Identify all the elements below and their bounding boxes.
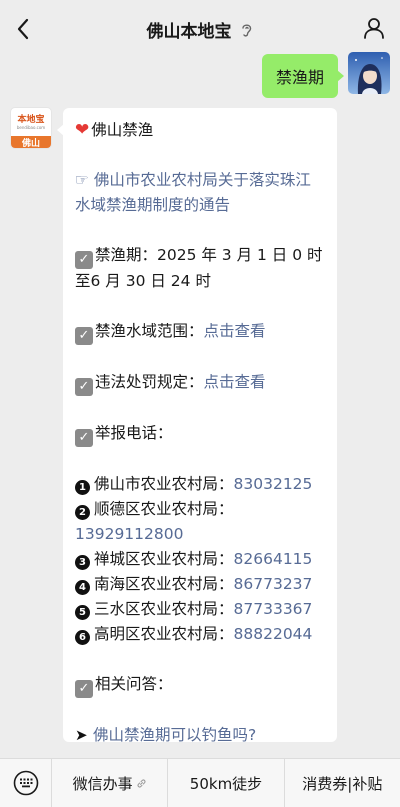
keyboard-icon xyxy=(13,770,38,796)
number-badge: 1 xyxy=(75,480,90,495)
checkbox-icon: ✓ xyxy=(75,429,93,447)
user-avatar[interactable] xyxy=(348,52,390,94)
person-icon xyxy=(364,18,384,39)
page-title: 佛山本地宝 xyxy=(146,21,232,42)
contact-line-5: 5 三水区农业农村局：87733367 xyxy=(75,597,325,622)
contact-line-1: 1 佛山市农业农村局：83032125 xyxy=(75,472,325,497)
arrow-right-icon: ➤ xyxy=(75,726,88,744)
keyboard-toggle-button[interactable] xyxy=(0,758,52,807)
number-badge: 5 xyxy=(75,605,90,620)
contact-name: 佛山市农业农村局： xyxy=(94,475,234,493)
menu-item-wechat-services[interactable]: 微信办事 xyxy=(52,758,169,807)
chevron-left-icon xyxy=(17,18,29,40)
logo-url-text: bendibao.com xyxy=(16,124,46,130)
fishing-ban-period-line-1: ✓ 禁渔期：2025 年 3 月 1 日 0 时 xyxy=(75,243,325,269)
ear-icon xyxy=(241,24,251,37)
contact-phone[interactable]: 88822044 xyxy=(234,625,313,643)
scope-link[interactable]: 点击查看 xyxy=(204,322,266,340)
logo-top: 本地宝 bendibao.com xyxy=(11,108,51,136)
fishing-ban-period-line-2: 至6 月 30 日 24 时 xyxy=(75,272,211,290)
report-label: 举报电话： xyxy=(95,424,173,442)
contact-line-4: 4 南海区农业农村局：86773237 xyxy=(75,572,325,597)
number-badge: 4 xyxy=(75,580,90,595)
message-heading-line: ❤ 佛山禁渔 xyxy=(75,118,325,143)
penalty-link[interactable]: 点击查看 xyxy=(204,373,266,391)
number-badge: 2 xyxy=(75,505,90,520)
logo-brand-text: 本地宝 xyxy=(17,114,45,125)
heart-icon: ❤ xyxy=(75,120,90,140)
contact-name: 顺德区农业农村局： xyxy=(94,500,234,518)
notice-link-line-1[interactable]: ☞ 佛山市农业农村局关于落实珠江 xyxy=(75,168,325,193)
outgoing-message-row: 禁渔期 xyxy=(261,52,390,98)
notice-link-line-2[interactable]: 水域禁渔期制度的通告 xyxy=(75,193,325,218)
checkbox-icon: ✓ xyxy=(75,680,93,698)
contact-line-2: 2 顺德区农业农村局： xyxy=(75,497,325,522)
checkbox-icon: ✓ xyxy=(75,327,93,345)
contact-phone[interactable]: 13929112800 xyxy=(75,522,325,547)
outgoing-message-bubble[interactable]: 禁渔期 xyxy=(261,54,345,98)
contact-name: 三水区农业农村局： xyxy=(94,600,234,618)
incoming-message-bubble: ❤ 佛山禁渔 ☞ 佛山市农业农村局关于落实珠江 水域禁渔期制度的通告 ✓ 禁渔期：2… xyxy=(57,108,337,744)
profile-button[interactable] xyxy=(362,16,386,40)
top-bar: 佛山本地宝 xyxy=(0,0,400,58)
scope-line: ✓ 禁渔水域范围：点击查看 xyxy=(75,319,325,345)
checkbox-icon: ✓ xyxy=(75,378,93,396)
contact-phone[interactable]: 82664115 xyxy=(234,550,313,568)
checkbox-icon: ✓ xyxy=(75,251,93,269)
penalty-line: ✓ 违法处罚规定：点击查看 xyxy=(75,370,325,396)
logo-city-text: 佛山 xyxy=(11,136,51,148)
title-wrap: 佛山本地宝 xyxy=(147,17,254,42)
penalty-label: 违法处罚规定： xyxy=(95,373,204,391)
contact-phone[interactable]: 87733367 xyxy=(234,600,313,618)
number-badge: 3 xyxy=(75,555,90,570)
faq-link[interactable]: 佛山禁渔期可以钓鱼吗? xyxy=(93,726,256,744)
contact-phone[interactable]: 83032125 xyxy=(234,475,313,493)
contact-name: 南海区农业农村局： xyxy=(94,575,234,593)
faq-line: ✓ 相关问答： xyxy=(75,672,325,698)
contact-phone[interactable]: 86773237 xyxy=(234,575,313,593)
fishing-ban-period-text: 禁渔期：2025 年 3 月 1 日 0 时 xyxy=(95,246,323,264)
menu-item-hiking[interactable]: 50km徒步 xyxy=(168,758,285,807)
report-line: ✓ 举报电话： xyxy=(75,421,325,447)
faq-link-line: ➤ 佛山禁渔期可以钓鱼吗? xyxy=(75,723,325,748)
bottom-menu-bar: 微信办事 50km徒步 消费券|补贴 xyxy=(0,758,400,807)
official-account-avatar[interactable]: 本地宝 bendibao.com 佛山 xyxy=(10,107,52,149)
contact-name: 高明区农业农村局： xyxy=(94,625,234,643)
back-button[interactable] xyxy=(8,14,38,44)
outgoing-message-text: 禁渔期 xyxy=(275,68,324,87)
anime-girl-avatar-image xyxy=(348,52,390,94)
faq-label: 相关问答： xyxy=(95,675,173,693)
menu-item-coupons[interactable]: 消费券|补贴 xyxy=(285,759,400,807)
message-heading: 佛山禁渔 xyxy=(91,121,154,139)
link-icon xyxy=(137,779,146,787)
number-badge: 6 xyxy=(75,630,90,645)
contact-name: 禅城区农业农村局： xyxy=(94,550,234,568)
contact-line-3: 3 禅城区农业农村局：82664115 xyxy=(75,547,325,572)
contact-line-6: 6 高明区农业农村局：88822044 xyxy=(75,622,325,647)
scope-label: 禁渔水域范围： xyxy=(95,322,204,340)
menu-item-label: 微信办事 xyxy=(72,774,133,793)
